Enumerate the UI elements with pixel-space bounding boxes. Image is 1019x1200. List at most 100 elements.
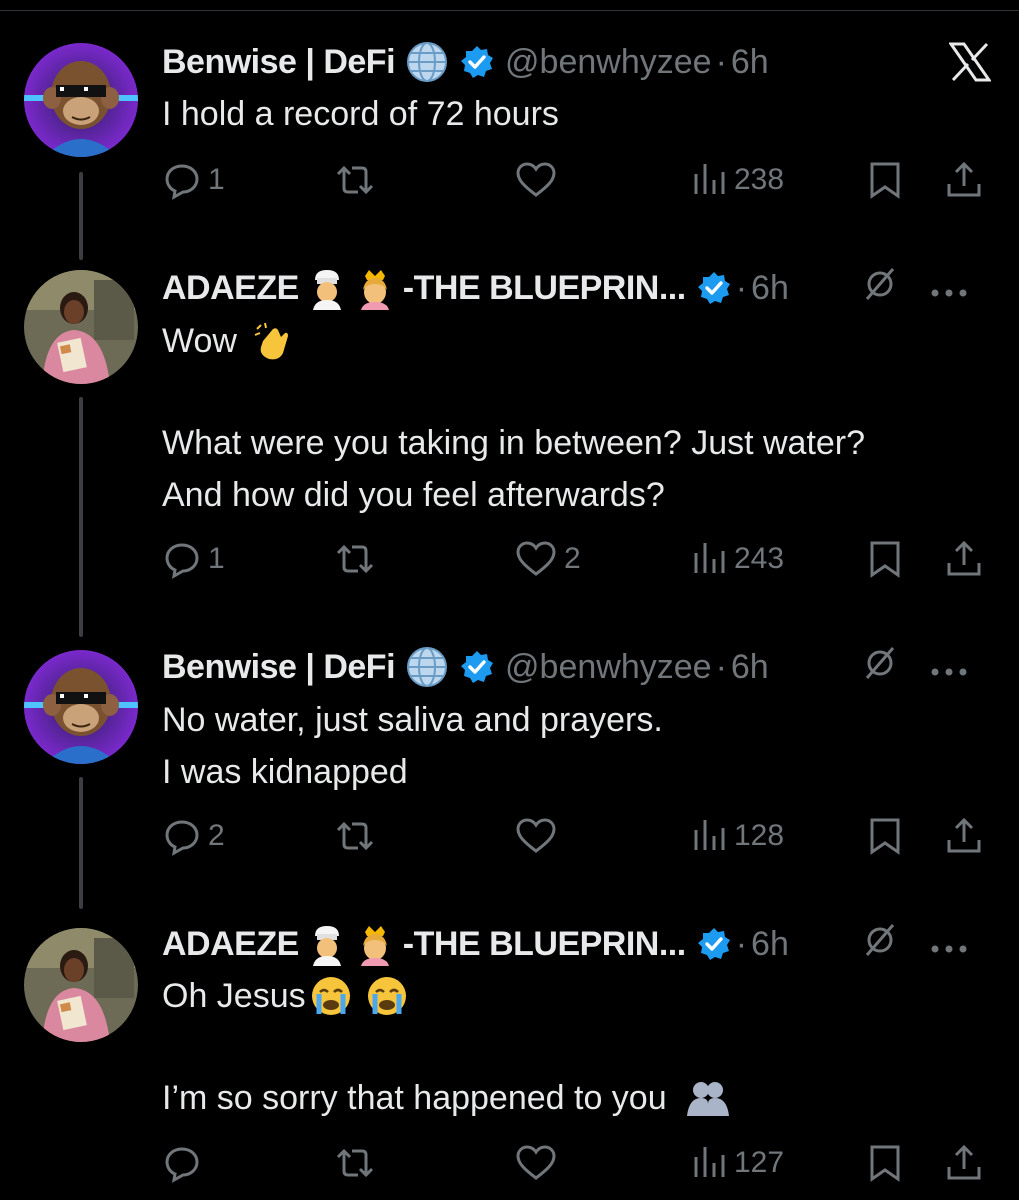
grok-icon[interactable] xyxy=(861,265,899,312)
reply-button[interactable]: 1 xyxy=(162,158,225,202)
display-name-suffix[interactable]: -THE BLUEPRIN... xyxy=(403,269,686,308)
globe-icon xyxy=(405,40,449,84)
share-icon xyxy=(947,540,981,576)
crown-emoji-icon xyxy=(355,266,395,310)
reply-count: 1 xyxy=(208,163,225,196)
retweet-icon xyxy=(336,165,374,195)
views-button[interactable]: 128 xyxy=(692,814,784,858)
retweet-button[interactable] xyxy=(332,537,378,581)
bookmark-button[interactable] xyxy=(867,537,903,581)
share-icon xyxy=(947,817,981,853)
avatar[interactable] xyxy=(24,270,138,384)
display-name-suffix[interactable]: -THE BLUEPRIN... xyxy=(403,925,686,964)
view-count: 238 xyxy=(734,163,785,196)
share-button[interactable] xyxy=(944,537,984,581)
bookmark-button[interactable] xyxy=(867,1141,903,1185)
separator: · xyxy=(715,647,727,686)
tweet-line: I hold a record of 72 hours xyxy=(162,95,559,133)
views-button[interactable]: 243 xyxy=(692,537,784,581)
more-icon[interactable] xyxy=(929,925,969,964)
retweet-button[interactable] xyxy=(332,814,378,858)
crying-emoji-icon xyxy=(308,974,354,1018)
share-icon xyxy=(947,1144,981,1180)
globe-icon xyxy=(405,645,449,689)
reply-count: 1 xyxy=(208,542,225,575)
reply-icon xyxy=(165,164,199,200)
verified-badge-icon[interactable] xyxy=(696,270,732,306)
timestamp[interactable]: 6h xyxy=(751,925,789,964)
verified-badge-icon[interactable] xyxy=(459,649,495,685)
avatar[interactable] xyxy=(24,928,138,1042)
view-count: 127 xyxy=(734,1146,785,1179)
reply-icon xyxy=(165,820,199,856)
reply-count: 2 xyxy=(208,819,225,852)
reply-button[interactable] xyxy=(162,1141,208,1185)
display-name[interactable]: ADAEZE xyxy=(162,925,299,964)
retweet-icon xyxy=(336,1148,374,1178)
handle[interactable]: @benwhyzee xyxy=(505,648,712,687)
bookmark-icon xyxy=(870,541,900,578)
action-bar: 2 128 xyxy=(162,814,992,858)
like-button[interactable] xyxy=(514,1141,564,1185)
action-bar: 1 238 xyxy=(162,158,992,202)
reply-button[interactable]: 1 xyxy=(162,537,225,581)
tweet-line: Oh Jesus xyxy=(162,977,306,1015)
bookmark-icon xyxy=(870,1145,900,1182)
tweet-line: And how did you feel afterwards? xyxy=(162,476,665,514)
bookmark-button[interactable] xyxy=(867,814,903,858)
like-icon xyxy=(516,162,556,197)
views-button[interactable]: 127 xyxy=(692,1141,784,1185)
avatar[interactable] xyxy=(24,43,138,157)
tweet-text: I hold a record of 72 hours xyxy=(162,88,989,140)
grok-icon[interactable] xyxy=(861,644,899,691)
chef-emoji-icon xyxy=(307,922,347,966)
tweet-line: I’m so sorry that happened to you xyxy=(162,1079,667,1117)
share-button[interactable] xyxy=(944,158,984,202)
hug-emoji-icon xyxy=(683,1076,733,1120)
timestamp[interactable]: 6h xyxy=(731,43,769,82)
tweet-text: Oh Jesus I’m so sorry that happened to y… xyxy=(162,970,989,1124)
reply-button[interactable]: 2 xyxy=(162,814,225,858)
display-name[interactable]: ADAEZE xyxy=(162,269,299,308)
like-icon xyxy=(516,1145,556,1180)
verified-badge-icon[interactable] xyxy=(459,44,495,80)
like-button[interactable] xyxy=(514,814,564,858)
more-icon[interactable] xyxy=(929,269,969,308)
bookmark-icon xyxy=(870,818,900,855)
timestamp[interactable]: 6h xyxy=(751,269,789,308)
display-name[interactable]: Benwise | DeFi xyxy=(162,648,396,687)
crying-emoji-icon xyxy=(364,974,410,1018)
tweet-text: Wow What were you taking in between? Jus… xyxy=(162,315,989,521)
timestamp[interactable]: 6h xyxy=(731,648,769,687)
reply-icon xyxy=(165,543,199,579)
more-icon[interactable] xyxy=(929,648,969,687)
tweet-line: I was kidnapped xyxy=(162,753,408,791)
like-button[interactable]: 2 xyxy=(514,537,581,581)
views-button[interactable]: 238 xyxy=(692,158,784,202)
views-icon xyxy=(694,1147,725,1177)
tweet-line: No water, just saliva and prayers. xyxy=(162,701,663,739)
like-icon xyxy=(516,818,556,853)
tweet-line: Wow xyxy=(162,322,237,360)
view-count: 243 xyxy=(734,542,785,575)
thread-connector xyxy=(79,397,83,637)
action-bar: 127 xyxy=(162,1141,992,1185)
crown-emoji-icon xyxy=(355,922,395,966)
avatar[interactable] xyxy=(24,650,138,764)
top-divider xyxy=(0,10,1019,11)
clapping-emoji-icon xyxy=(251,319,295,363)
verified-badge-icon[interactable] xyxy=(696,926,732,962)
share-button[interactable] xyxy=(944,814,984,858)
tweet-line: What were you taking in between? Just wa… xyxy=(162,424,866,462)
reply-icon xyxy=(165,1147,199,1183)
share-button[interactable] xyxy=(944,1141,984,1185)
views-icon xyxy=(694,164,725,194)
retweet-button[interactable] xyxy=(332,158,378,202)
retweet-button[interactable] xyxy=(332,1141,378,1185)
handle[interactable]: @benwhyzee xyxy=(505,43,712,82)
bookmark-button[interactable] xyxy=(867,158,903,202)
like-button[interactable] xyxy=(514,158,564,202)
display-name[interactable]: Benwise | DeFi xyxy=(162,43,396,82)
grok-icon[interactable] xyxy=(861,921,899,968)
action-bar: 1 2 243 xyxy=(162,537,992,581)
